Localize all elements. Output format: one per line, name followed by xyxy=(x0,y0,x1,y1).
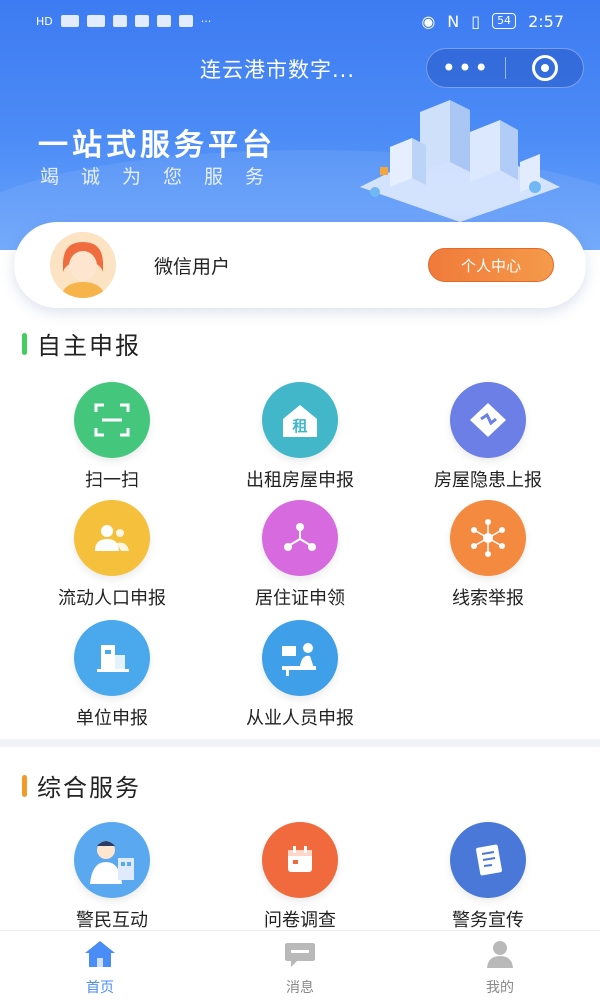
worker-icon xyxy=(262,620,338,696)
building-icon xyxy=(74,620,150,696)
section-title-general-service: 综合服务 xyxy=(22,768,141,803)
service-label: 居住证申领 xyxy=(255,588,345,609)
police-chat-icon xyxy=(74,822,150,898)
service-clue-report[interactable]: 线索举报 xyxy=(398,500,578,610)
section-divider xyxy=(0,739,600,747)
service-label: 线索举报 xyxy=(452,588,524,609)
people-icon xyxy=(74,500,150,576)
clock: 2:57 xyxy=(528,11,564,31)
tab-home[interactable]: 首页 xyxy=(50,939,150,997)
tab-label: 消息 xyxy=(286,980,314,996)
avatar[interactable] xyxy=(50,232,116,298)
service-residence-permit[interactable]: 居住证申领 xyxy=(210,500,390,610)
signal-icon-2 xyxy=(86,15,105,27)
service-label: 出租房屋申报 xyxy=(246,470,354,491)
more-menu-button[interactable]: ••• xyxy=(427,49,505,87)
home-icon xyxy=(85,941,115,967)
personal-center-button[interactable]: 个人中心 xyxy=(428,248,554,282)
app-notification-icon-4 xyxy=(178,15,193,27)
section-title-self-report: 自主申报 xyxy=(22,326,141,361)
network-icon xyxy=(450,500,526,576)
header-banner: HD ··· ◉ N ▯ 54 2:57 连云港市数字... ••• 一站式服务… xyxy=(0,0,600,250)
user-name: 微信用户 xyxy=(154,256,231,278)
tab-label: 首页 xyxy=(86,980,114,996)
status-bar: HD ··· ◉ N ▯ 54 2:57 xyxy=(0,0,600,42)
nfc-icon: N xyxy=(447,11,460,31)
app-notification-icon-2 xyxy=(134,15,149,27)
rent-house-icon: 租 xyxy=(262,382,338,458)
target-circle-icon xyxy=(531,55,558,81)
avatar-person-icon xyxy=(50,232,116,298)
service-police-publicity[interactable]: 警务宣传 xyxy=(398,822,578,932)
service-house-hazard[interactable]: 房屋隐患上报 xyxy=(398,382,578,492)
user-icon xyxy=(487,941,513,968)
status-right: ◉ N ▯ 54 2:57 xyxy=(421,12,564,31)
service-label: 从业人员申报 xyxy=(246,708,354,729)
service-label: 单位申报 xyxy=(76,708,148,729)
calendar-icon xyxy=(262,822,338,898)
service-police-interaction[interactable]: 警民互动 xyxy=(22,822,202,932)
service-employee-report[interactable]: 从业人员申报 xyxy=(210,620,390,730)
signal-icon xyxy=(60,15,79,27)
section-title-text: 自主申报 xyxy=(37,332,141,360)
banner-sub-slogan: 竭诚为您服务 xyxy=(40,166,287,188)
service-label: 警务宣传 xyxy=(452,910,524,931)
tab-messages[interactable]: 消息 xyxy=(250,939,350,997)
mini-program-capsule: ••• xyxy=(426,48,584,88)
nav-bar: 连云港市数字... ••• xyxy=(0,48,600,88)
vibrate-icon: ▯ xyxy=(471,11,481,31)
tab-label: 我的 xyxy=(486,980,514,996)
more-notifications-icon: ··· xyxy=(200,14,212,28)
banner-slogan: 一站式服务平台 xyxy=(38,128,276,163)
battery-indicator: 54 xyxy=(492,13,517,29)
hd-label: HD xyxy=(36,14,53,28)
service-label: 警民互动 xyxy=(76,910,148,931)
svg-text:租: 租 xyxy=(292,417,307,435)
section-accent-bar xyxy=(22,332,27,355)
close-button[interactable] xyxy=(506,55,583,81)
city-illustration xyxy=(360,100,560,222)
scan-icon xyxy=(74,382,150,458)
service-label: 流动人口申报 xyxy=(58,588,166,609)
service-questionnaire[interactable]: 问卷调查 xyxy=(210,822,390,932)
page-title: 连云港市数字... xyxy=(200,58,356,82)
hazard-icon xyxy=(450,382,526,458)
doc-icon xyxy=(450,822,526,898)
section-accent-bar xyxy=(22,774,27,797)
service-label: 扫一扫 xyxy=(85,470,139,491)
message-icon xyxy=(285,943,315,967)
service-label: 房屋隐患上报 xyxy=(434,470,542,491)
share-icon xyxy=(262,500,338,576)
service-unit-report[interactable]: 单位申报 xyxy=(22,620,202,730)
status-left: HD ··· xyxy=(36,15,211,28)
app-notification-icon-3 xyxy=(156,15,171,27)
user-card: 微信用户 个人中心 xyxy=(14,222,586,308)
eye-icon: ◉ xyxy=(421,11,436,31)
service-floating-population[interactable]: 流动人口申报 xyxy=(22,500,202,610)
section-title-text: 综合服务 xyxy=(37,774,141,802)
service-scan[interactable]: 扫一扫 xyxy=(22,382,202,492)
tab-mine[interactable]: 我的 xyxy=(450,939,550,997)
tab-bar: 首页 消息 我的 xyxy=(0,930,600,1000)
service-label: 问卷调查 xyxy=(264,910,336,931)
app-notification-icon xyxy=(112,15,127,27)
service-rent-house[interactable]: 租 出租房屋申报 xyxy=(210,382,390,492)
